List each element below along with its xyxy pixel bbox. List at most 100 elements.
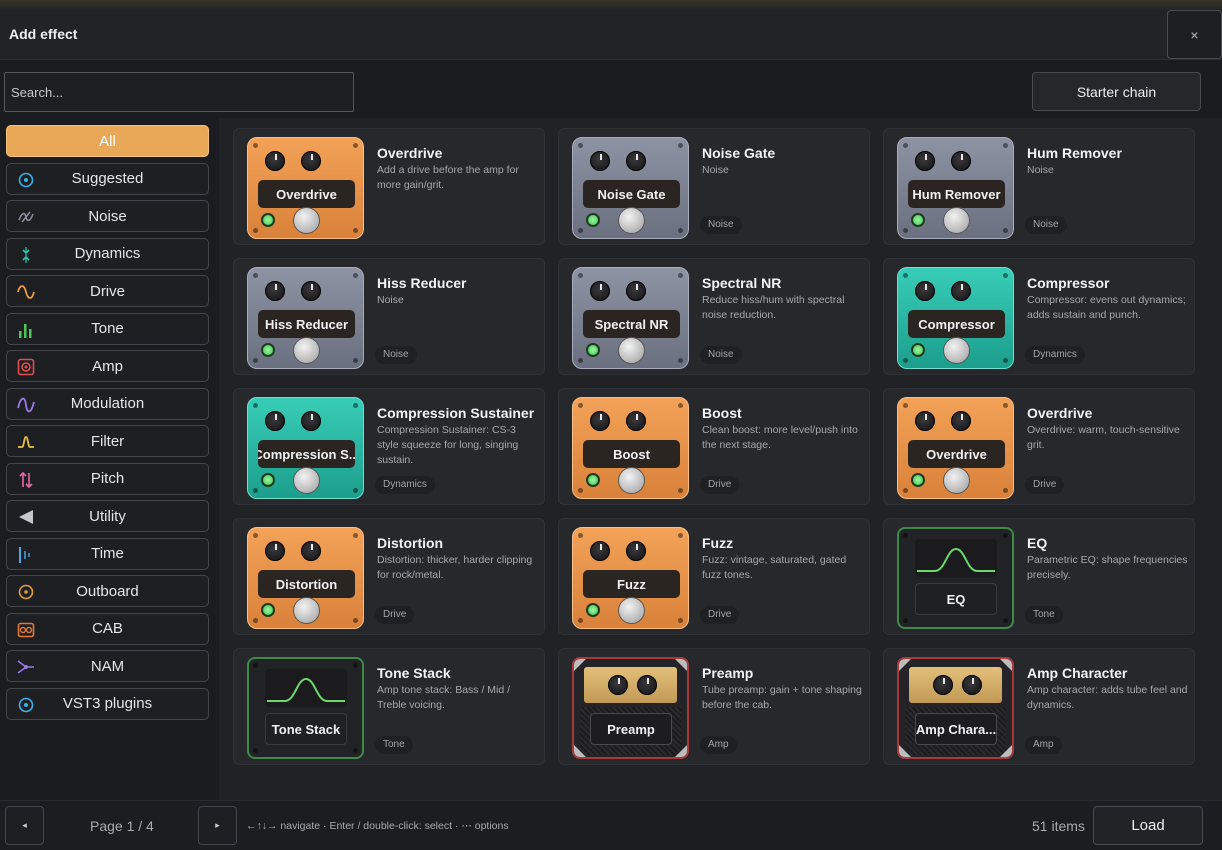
- pedal-graphic: Distortion: [247, 527, 364, 629]
- category-drive[interactable]: Drive: [6, 275, 209, 307]
- effect-card[interactable]: Overdrive Overdrive Overdrive: warm, touc…: [883, 388, 1195, 505]
- pedal-graphic: Fuzz: [572, 527, 689, 629]
- led-icon: [586, 343, 600, 357]
- category-filter[interactable]: Filter: [6, 425, 209, 457]
- category-vst3-plugins[interactable]: VST3 plugins: [6, 687, 209, 720]
- pedal-label: Overdrive: [258, 180, 355, 208]
- knob-icon: [626, 151, 646, 171]
- knob-icon: [626, 411, 646, 431]
- close-button[interactable]: ×: [1167, 10, 1222, 59]
- effect-description: Reduce hiss/hum with spectral noise redu…: [702, 294, 845, 321]
- led-icon: [586, 213, 600, 227]
- effect-name: Spectral NR: [702, 275, 782, 291]
- effect-description: Compression Sustainer: CS-3 style squeez…: [377, 424, 519, 466]
- effect-card[interactable]: Spectral NR Spectral NR Reduce hiss/hum w…: [558, 258, 870, 375]
- effect-card[interactable]: Compression S... Compression Sustainer Co…: [233, 388, 545, 505]
- effect-card[interactable]: Hiss Reducer Hiss Reducer Noise Noise: [233, 258, 545, 375]
- footswitch-icon: [943, 207, 970, 234]
- prev-page-button[interactable]: ◂: [5, 806, 44, 845]
- category-noise[interactable]: Noise: [6, 200, 209, 232]
- effect-card[interactable]: EQ EQ Parametric EQ: shape frequencies pr…: [883, 518, 1195, 635]
- led-icon: [911, 343, 925, 357]
- search-input[interactable]: [4, 72, 354, 112]
- pedal-label: Compression S...: [258, 440, 355, 468]
- knob-icon: [301, 411, 321, 431]
- footswitch-icon: [943, 337, 970, 364]
- knob-icon: [265, 541, 285, 561]
- led-icon: [911, 473, 925, 487]
- category-pitch[interactable]: Pitch: [6, 462, 209, 495]
- knob-icon: [301, 281, 321, 301]
- noise-icon: [17, 208, 35, 226]
- category-cab[interactable]: CAB: [6, 612, 209, 645]
- effect-card[interactable]: Boost Boost Clean boost: more level/push …: [558, 388, 870, 505]
- effect-card[interactable]: Overdrive Overdrive Add a drive before th…: [233, 128, 545, 245]
- effect-card[interactable]: Preamp Preamp Tube preamp: gain + tone sh…: [558, 648, 870, 765]
- category-modulation[interactable]: Modulation: [6, 387, 209, 420]
- led-icon: [586, 603, 600, 617]
- category-suggested[interactable]: Suggested: [6, 162, 209, 195]
- effect-name: Amp Character: [1027, 665, 1128, 681]
- effect-name: Overdrive: [377, 145, 443, 161]
- pedal-graphic: Overdrive: [897, 397, 1014, 499]
- category-sidebar: All Suggested Noise Dynamics Drive Tone Amp Mod…: [6, 125, 209, 725]
- plugin-icon: [17, 696, 35, 714]
- category-tag: Tone: [375, 736, 413, 754]
- effect-description: Tube preamp: gain + tone shaping before …: [702, 684, 862, 711]
- knob-icon: [590, 541, 610, 561]
- effect-name: Overdrive: [1027, 405, 1093, 421]
- effect-description: Parametric EQ: shape frequencies precise…: [1027, 554, 1188, 581]
- effect-card[interactable]: Compressor Compressor Compressor: evens o…: [883, 258, 1195, 375]
- footswitch-icon: [293, 207, 320, 234]
- pedal-graphic: Boost: [572, 397, 689, 499]
- knob-icon: [590, 151, 610, 171]
- category-amp[interactable]: Amp: [6, 350, 209, 382]
- next-page-button[interactable]: ▸: [198, 806, 237, 845]
- knob-icon: [590, 281, 610, 301]
- knob-icon: [626, 281, 646, 301]
- pedal-label: Compressor: [908, 310, 1005, 338]
- category-time[interactable]: Time: [6, 537, 209, 570]
- effect-card[interactable]: Noise Gate Noise Gate Noise Noise: [558, 128, 870, 245]
- pedal-label: Preamp: [590, 713, 672, 745]
- category-nam[interactable]: NAM: [6, 650, 209, 682]
- knob-icon: [265, 151, 285, 171]
- knob-icon: [951, 281, 971, 301]
- category-tone[interactable]: Tone: [6, 312, 209, 345]
- pedal-graphic: Hiss Reducer: [247, 267, 364, 369]
- item-count: 51 items: [1032, 818, 1085, 834]
- dynamics-icon: [17, 246, 35, 264]
- effect-description: Compressor: evens out dynamics; adds sus…: [1027, 294, 1186, 321]
- category-label: Filter: [90, 432, 125, 450]
- pedal-graphic: Compressor: [897, 267, 1014, 369]
- pedal-label: Hum Remover: [908, 180, 1005, 208]
- starter-chain-button[interactable]: Starter chain: [1032, 72, 1201, 111]
- pedal-label: Noise Gate: [583, 180, 680, 208]
- category-label: CAB: [92, 620, 123, 637]
- footswitch-icon: [618, 207, 645, 234]
- effect-description: Noise: [702, 164, 729, 176]
- category-dynamics[interactable]: Dynamics: [6, 237, 209, 270]
- category-tag: Tone: [1025, 606, 1063, 624]
- category-tag: Drive: [1025, 476, 1065, 494]
- eq-curve-icon: [265, 669, 347, 707]
- effect-description: Add a drive before the amp for more gain…: [377, 164, 519, 191]
- pedal-label: Tone Stack: [265, 713, 347, 745]
- effect-description: Noise: [377, 294, 404, 306]
- effect-card[interactable]: Tone Stack Tone Stack Amp tone stack: Bas…: [233, 648, 545, 765]
- category-utility[interactable]: Utility: [6, 500, 209, 532]
- pedal-graphic: Spectral NR: [572, 267, 689, 369]
- bars-icon: [17, 321, 35, 339]
- category-all[interactable]: All: [6, 125, 209, 157]
- pedal-graphic: Compression S...: [247, 397, 364, 499]
- effect-card[interactable]: Amp Chara... Amp Character Amp character:…: [883, 648, 1195, 765]
- category-tag: Dynamics: [1025, 346, 1085, 364]
- load-button[interactable]: Load: [1093, 806, 1203, 845]
- category-outboard[interactable]: Outboard: [6, 575, 209, 607]
- effect-card[interactable]: Hum Remover Hum Remover Noise Noise: [883, 128, 1195, 245]
- category-tag: Drive: [375, 606, 415, 624]
- effect-card[interactable]: Distortion Distortion Distortion: thicker…: [233, 518, 545, 635]
- knob-icon: [626, 541, 646, 561]
- category-label: Outboard: [76, 582, 139, 600]
- effect-card[interactable]: Fuzz Fuzz Fuzz: vintage, saturated, gated…: [558, 518, 870, 635]
